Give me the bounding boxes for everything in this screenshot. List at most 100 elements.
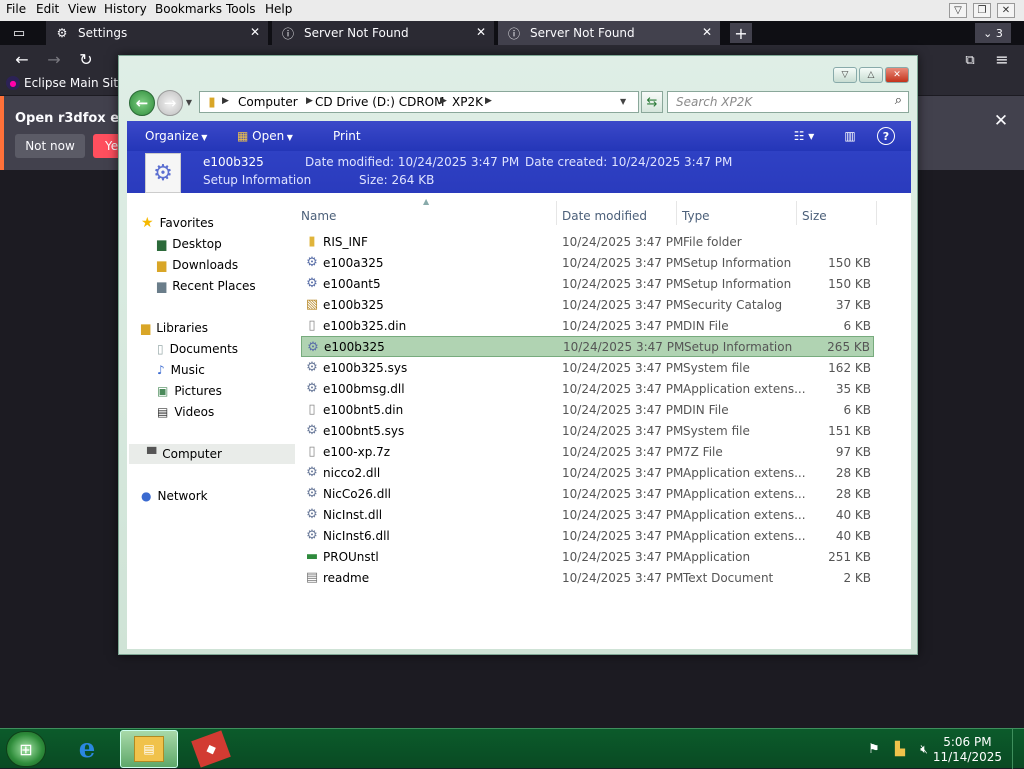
not-now-button[interactable]: Not now — [15, 134, 85, 158]
action-center-flag-icon[interactable]: ⚑ — [866, 741, 882, 757]
menu-view[interactable]: View — [68, 2, 96, 16]
new-tab-icon[interactable]: + — [730, 23, 752, 43]
search-icon[interactable]: ⌕ — [895, 93, 902, 108]
nav-computer[interactable]: ▀ Computer — [129, 444, 295, 464]
view-options-icon[interactable]: ☷ ▾ — [787, 127, 821, 145]
close-window-icon[interactable]: ✕ — [885, 67, 909, 83]
minimize-icon[interactable]: ▽ — [949, 3, 967, 18]
column-header-date[interactable]: Date modified — [562, 209, 647, 223]
file-row[interactable]: ▮ RIS_INF 10/24/2025 3:47 PM File folder — [301, 231, 874, 252]
column-header-type[interactable]: Type — [682, 209, 710, 223]
file-name: e100b325 — [323, 297, 384, 312]
breadcrumb-computer[interactable]: Computer — [238, 95, 298, 109]
forward-icon[interactable]: → — [44, 49, 64, 69]
nav-network[interactable]: ● Network — [141, 486, 208, 506]
file-row[interactable]: ⚙ e100ant5 10/24/2025 3:47 PM Setup Informa… — [301, 273, 874, 294]
menu-help[interactable]: Help — [265, 2, 292, 16]
close-tab-icon[interactable]: ✕ — [476, 25, 486, 39]
nav-documents[interactable]: ▯ Documents — [157, 339, 238, 359]
search-box[interactable]: Search XP2K ⌕ — [667, 91, 909, 113]
back-icon[interactable]: ← — [129, 90, 155, 116]
file-type: DIN File — [683, 402, 729, 417]
tab-server-not-found-1[interactable]: ⓘ Server Not Found ✕ — [272, 21, 494, 45]
explorer-taskbar-button[interactable]: ▤ — [120, 730, 178, 768]
minimize-icon[interactable]: ▽ — [833, 67, 857, 83]
forward-icon[interactable]: → — [157, 90, 183, 116]
file-row[interactable]: ▧ e100b325 10/24/2025 3:47 PM Security Cata… — [301, 294, 874, 315]
tab-list-button[interactable]: ⌄ 3 — [975, 23, 1011, 43]
file-row[interactable]: ⚙ e100b325.sys 10/24/2025 3:47 PM System fi… — [301, 357, 874, 378]
internet-explorer-taskbar-button[interactable]: e — [58, 730, 116, 768]
file-row[interactable]: ⚙ e100b325 10/24/2025 3:47 PM Setup Informa… — [301, 336, 874, 357]
nav-favorites[interactable]: ★ Favorites — [141, 213, 214, 233]
file-row[interactable]: ⚙ e100bmsg.dll 10/24/2025 3:47 PM Applicati… — [301, 378, 874, 399]
tab-server-not-found-2[interactable]: ⓘ Server Not Found ✕ — [498, 21, 720, 45]
help-icon[interactable]: ? — [877, 127, 895, 145]
file-row[interactable]: ▯ e100-xp.7z 10/24/2025 3:47 PM 7Z File 97 K… — [301, 441, 874, 462]
breadcrumb-chevron-icon[interactable]: ▶ — [440, 96, 447, 106]
system-clock[interactable]: 5:06 PM 11/14/2025 — [933, 735, 1002, 765]
address-dropdown-icon[interactable]: ▼ — [620, 97, 626, 106]
file-row[interactable]: ⚙ NicCo26.dll 10/24/2025 3:47 PM Applicatio… — [301, 483, 874, 504]
file-row[interactable]: ⚙ e100a325 10/24/2025 3:47 PM Setup Informa… — [301, 252, 874, 273]
search-input[interactable]: Search XP2K — [676, 95, 752, 109]
reload-icon[interactable]: ↻ — [76, 49, 96, 69]
menu-file[interactable]: File — [6, 2, 26, 16]
refresh-icon[interactable]: ⇆ — [641, 91, 663, 113]
breadcrumb-chevron-icon[interactable]: ▶ — [485, 96, 492, 106]
file-row[interactable]: ▯ e100b325.din 10/24/2025 3:47 PM DIN File 6… — [301, 315, 874, 336]
recent-pages-chevron-icon[interactable]: ▼ — [183, 96, 195, 108]
open-button[interactable]: ▦ Open ▼ — [237, 129, 293, 143]
file-row[interactable]: ⚙ e100bnt5.sys 10/24/2025 3:47 PM System fi… — [301, 420, 874, 441]
file-row[interactable]: ▯ e100bnt5.din 10/24/2025 3:47 PM DIN File 6… — [301, 399, 874, 420]
clock-date: 11/14/2025 — [932, 750, 1002, 764]
menu-bookmarks[interactable]: Bookmarks — [155, 2, 222, 16]
file-row[interactable]: ▬ PROUnstl 10/24/2025 3:47 PM Application 25… — [301, 546, 874, 567]
start-button[interactable]: ⊞ — [6, 731, 46, 767]
print-button[interactable]: Print — [333, 129, 361, 143]
column-header-name[interactable]: Name — [301, 209, 336, 223]
bookmark-eclipse[interactable]: ● Eclipse Main Site — [6, 76, 125, 90]
close-tab-icon[interactable]: ✕ — [250, 25, 260, 39]
nav-desktop[interactable]: ▆ Desktop — [157, 234, 222, 254]
close-tab-icon[interactable]: ✕ — [702, 25, 712, 39]
tab-settings[interactable]: ⚙ Settings ✕ — [46, 21, 268, 45]
breadcrumb-xp2k[interactable]: XP2K — [452, 95, 483, 109]
file-name: RIS_INF — [323, 234, 368, 249]
preview-pane-icon[interactable]: ▥ — [841, 127, 859, 145]
nav-libraries[interactable]: ▆ Libraries — [141, 318, 208, 338]
maximize-icon[interactable]: △ — [859, 67, 883, 83]
back-icon[interactable]: ← — [12, 49, 32, 69]
nav-pictures[interactable]: ▣ Pictures — [157, 381, 222, 401]
menu-edit[interactable]: Edit — [36, 2, 59, 16]
nav-downloads[interactable]: ▆ Downloads — [157, 255, 238, 275]
network-warning-icon[interactable]: ▙ — [892, 741, 908, 757]
column-header-size[interactable]: Size — [802, 209, 827, 223]
close-window-icon[interactable]: ✕ — [997, 3, 1015, 18]
file-row[interactable]: ⚙ NicInst6.dll 10/24/2025 3:47 PM Applicati… — [301, 525, 874, 546]
file-row[interactable]: ⚙ NicInst.dll 10/24/2025 3:47 PM Applicatio… — [301, 504, 874, 525]
organize-button[interactable]: Organize ▼ — [145, 129, 207, 143]
hamburger-menu-icon[interactable]: ≡ — [992, 49, 1012, 69]
breadcrumb-cd-drive[interactable]: CD Drive (D:) CDROM — [315, 95, 444, 109]
windows-logo-icon: ⊞ — [19, 739, 33, 759]
show-desktop-button[interactable] — [1012, 729, 1024, 769]
file-row[interactable]: ⚙ nicco2.dll 10/24/2025 3:47 PM Application… — [301, 462, 874, 483]
tab-overview-icon[interactable]: ▭ — [8, 24, 30, 42]
restore-icon[interactable]: ❐ — [973, 3, 991, 18]
address-bar[interactable]: ▮ ▶ Computer ▶ CD Drive (D:) CDROM ▶ XP2… — [199, 91, 639, 113]
menu-history[interactable]: History — [104, 2, 147, 16]
breadcrumb-chevron-icon[interactable]: ▶ — [222, 96, 229, 106]
tab-label: Settings — [78, 26, 128, 40]
extensions-icon[interactable]: ⧉ — [960, 50, 980, 70]
nav-videos[interactable]: ▤ Videos — [157, 402, 214, 422]
file-row[interactable]: ▤ readme 10/24/2025 3:47 PM Text Document 2 … — [301, 567, 874, 588]
breadcrumb-chevron-icon[interactable]: ▶ — [306, 96, 313, 106]
volume-muted-icon[interactable]: 🔇︎ — [916, 741, 932, 757]
r3dfox-taskbar-button[interactable]: ◆ — [182, 730, 240, 768]
firefox-menubar: File Edit View History Bookmarks Tools H… — [0, 0, 1024, 21]
nav-recent-places[interactable]: ▆ Recent Places — [157, 276, 256, 296]
nav-music[interactable]: ♪ Music — [157, 360, 205, 380]
close-notification-icon[interactable]: ✕ — [990, 110, 1012, 132]
menu-tools[interactable]: Tools — [226, 2, 256, 16]
